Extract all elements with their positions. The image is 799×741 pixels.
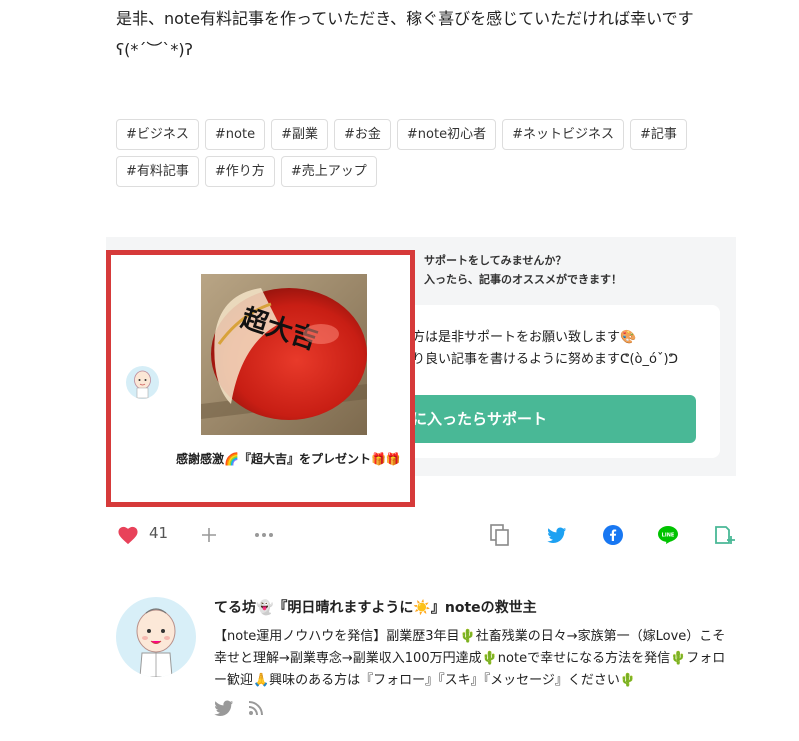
twitter-share-button[interactable] xyxy=(545,524,569,546)
rss-icon xyxy=(248,701,263,716)
avatar xyxy=(126,366,159,399)
line-share-button[interactable]: LINE xyxy=(656,523,680,547)
hashtag-item[interactable]: #有料記事 xyxy=(116,156,199,187)
hashtag-item[interactable]: #記事 xyxy=(630,119,687,150)
hashtag-item[interactable]: #ネットビジネス xyxy=(502,119,624,150)
heart-icon xyxy=(118,526,138,545)
hashtag-list: #ビジネス #note #副業 #お金 #note初心者 #ネットビジネス #記… xyxy=(116,119,696,187)
copy-link-button[interactable] xyxy=(488,522,512,548)
like-count: 41 xyxy=(149,524,169,542)
add-to-magazine-button[interactable] xyxy=(199,525,219,545)
twitter-link[interactable] xyxy=(214,700,234,721)
more-button[interactable] xyxy=(253,525,275,545)
more-icon xyxy=(255,533,273,537)
rss-link[interactable] xyxy=(248,700,264,721)
support-button[interactable]: に入ったらサポート xyxy=(404,395,696,443)
twitter-icon xyxy=(214,700,234,716)
author-bio: 【note運用ノウハウを発信】副業歴3年目🌵社畜残業の日々→家族第一（嫁Love… xyxy=(214,629,726,688)
gift-caption: 感謝感激🌈『超大吉』をプレゼント🎁🎁 xyxy=(176,452,401,466)
embed-icon xyxy=(715,526,735,544)
author-avatar[interactable] xyxy=(116,597,196,677)
author-name[interactable]: てる坊👻『明日晴れますように☀️』noteの救世主 xyxy=(214,597,537,617)
like-button[interactable] xyxy=(116,524,140,546)
hashtag-item[interactable]: #note xyxy=(204,119,266,150)
copy-icon xyxy=(490,524,509,546)
facebook-icon xyxy=(603,525,623,545)
embed-share-button[interactable] xyxy=(713,522,737,548)
gift-image: 超大吉 xyxy=(201,274,367,435)
line-icon: LINE xyxy=(658,526,678,544)
support-message: 方は是非サポートをお願い致します🎨 り良い記事を書けるように努めますᕦ(ò_óˇ… xyxy=(412,330,679,367)
hashtag-item[interactable]: #作り方 xyxy=(204,156,275,187)
article-kaomoji: ʕ(*´︶`*)ʔ xyxy=(116,40,193,59)
support-question: サポートをしてみませんか？ 入ったら、記事のオススメができます！ xyxy=(424,254,622,286)
hashtag-item[interactable]: #売上アップ xyxy=(280,156,377,187)
article-intro-text: 是非、note有料記事を作っていただき、稼ぐ喜びを感じていただければ幸いです xyxy=(116,9,694,28)
twitter-icon xyxy=(547,527,567,543)
author-social-links xyxy=(214,700,264,721)
plus-icon xyxy=(202,528,216,542)
svg-text:LINE: LINE xyxy=(662,533,675,539)
hashtag-item[interactable]: #ビジネス xyxy=(116,119,199,150)
facebook-share-button[interactable] xyxy=(601,523,625,547)
hashtag-item[interactable]: #副業 xyxy=(271,119,328,150)
hashtag-item[interactable]: #お金 xyxy=(334,119,391,150)
hashtag-item[interactable]: #note初心者 xyxy=(396,119,497,150)
